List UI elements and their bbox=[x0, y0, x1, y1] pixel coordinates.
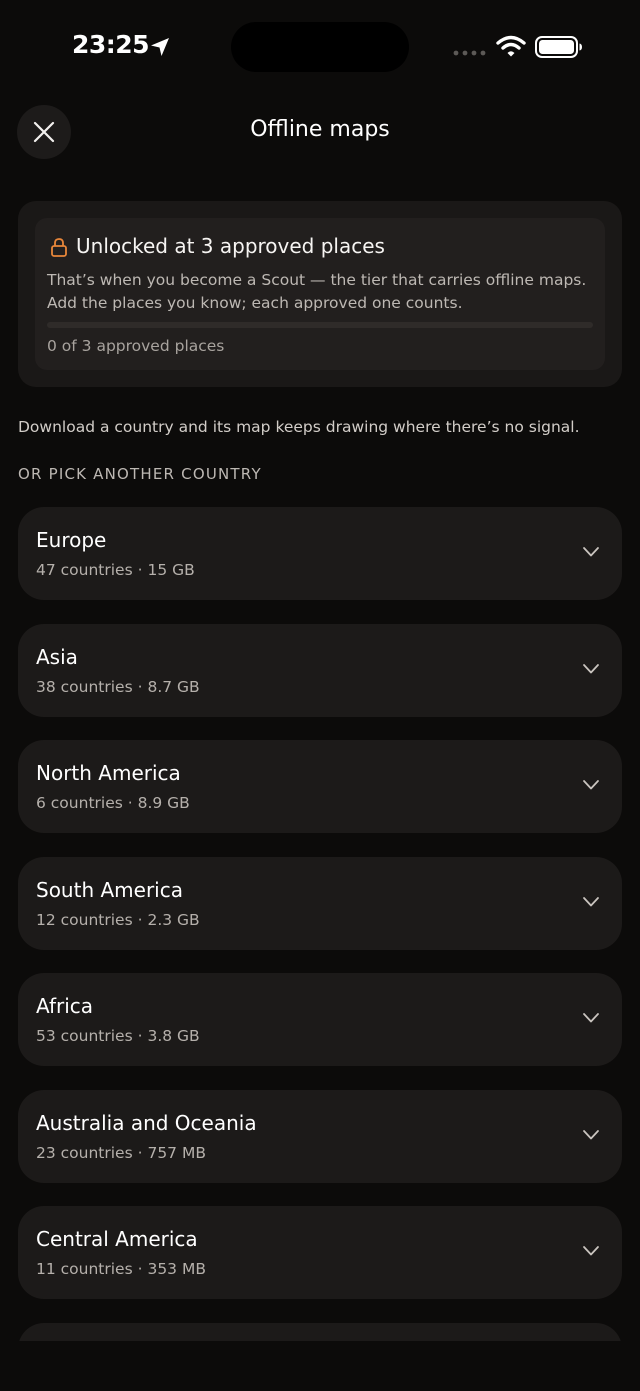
chevron-down-icon[interactable] bbox=[582, 896, 600, 908]
region-meta: 47 countries · 15 GB bbox=[36, 561, 195, 579]
region-name: South America bbox=[36, 877, 183, 902]
region-meta: 12 countries · 2.3 GB bbox=[36, 910, 200, 929]
region-item-africa[interactable]: Africa 53 countries · 3.8 GB bbox=[18, 973, 622, 1066]
dynamic-island bbox=[231, 22, 409, 72]
status-bar: 23:25 bbox=[0, 0, 640, 96]
chevron-down-icon[interactable] bbox=[582, 1012, 600, 1024]
approved-places-progress-bar bbox=[47, 322, 593, 328]
region-item-australia-and-oceania[interactable]: Australia and Oceania 23 countries · 757… bbox=[18, 1089, 622, 1183]
region-meta: 11 countries · 353 MB bbox=[36, 1260, 206, 1278]
region-meta: 6 countries · 8.9 GB bbox=[36, 794, 190, 812]
progress-text: 0 of 3 approved places bbox=[47, 337, 225, 355]
location-arrow-icon bbox=[151, 38, 169, 56]
lock-icon bbox=[51, 238, 67, 257]
wifi-icon bbox=[496, 35, 526, 57]
region-list[interactable]: Europe 47 countries · 15 GB Asia 38 coun… bbox=[18, 507, 622, 1341]
unlock-requirement-card: Unlocked at 3 approved places That’s whe… bbox=[35, 218, 605, 370]
offline-maps-locked-panel: Unlocked at 3 approved places That’s whe… bbox=[18, 201, 622, 387]
page-title: Offline maps bbox=[250, 117, 390, 142]
region-meta: 23 countries · 757 MB bbox=[36, 1143, 206, 1162]
region-meta: 38 countries · 8.7 GB bbox=[36, 677, 200, 696]
unlock-title: Unlocked at 3 approved places bbox=[76, 234, 385, 258]
intro-text: Download a country and its map keeps dra… bbox=[18, 418, 580, 436]
chevron-down-icon[interactable] bbox=[582, 779, 600, 791]
chevron-down-icon[interactable] bbox=[582, 1129, 600, 1141]
region-name: Europe bbox=[36, 528, 107, 552]
region-item-partial[interactable] bbox=[18, 1322, 622, 1341]
region-item-south-america[interactable]: South America 12 countries · 2.3 GB bbox=[18, 856, 622, 950]
battery-icon bbox=[535, 36, 582, 58]
section-header: OR PICK ANOTHER COUNTRY bbox=[18, 465, 262, 483]
region-item-central-america[interactable]: Central America 11 countries · 353 MB bbox=[18, 1206, 622, 1299]
chevron-down-icon[interactable] bbox=[582, 1245, 600, 1257]
region-meta: 53 countries · 3.8 GB bbox=[36, 1027, 200, 1045]
region-item-asia[interactable]: Asia 38 countries · 8.7 GB bbox=[18, 623, 622, 717]
status-time: 23:25 bbox=[72, 30, 150, 59]
region-name: Africa bbox=[36, 994, 94, 1018]
region-item-north-america[interactable]: North America 6 countries · 8.9 GB bbox=[18, 740, 622, 833]
region-name: Australia and Oceania bbox=[36, 1110, 257, 1135]
unlock-description: That’s when you become a Scout — the tie… bbox=[47, 271, 587, 312]
region-name: North America bbox=[36, 761, 181, 785]
region-item-europe[interactable]: Europe 47 countries · 15 GB bbox=[18, 507, 622, 600]
region-name: Central America bbox=[36, 1227, 198, 1251]
region-name: Asia bbox=[36, 644, 78, 669]
chevron-down-icon[interactable] bbox=[582, 546, 600, 558]
cellular-signal-icon bbox=[453, 50, 486, 56]
chevron-down-icon[interactable] bbox=[582, 663, 600, 675]
